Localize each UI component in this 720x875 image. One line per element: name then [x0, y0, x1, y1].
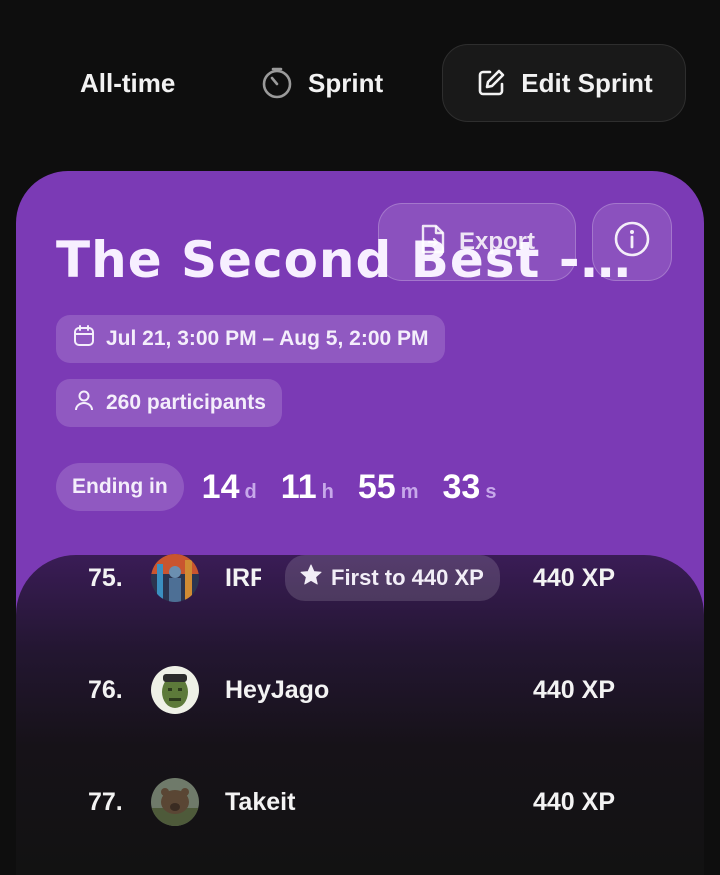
countdown-minutes-value: 55 [357, 467, 396, 506]
edit-icon [475, 67, 507, 99]
star-icon [299, 563, 323, 593]
tab-sprint-label: Sprint [308, 67, 384, 98]
export-button[interactable]: Export [378, 203, 576, 281]
participants-text: 260 participants [106, 391, 266, 414]
username: HeyJago [225, 675, 330, 704]
countdown-minutes: 55 m [358, 468, 419, 507]
leaderboard-list: 75. IRF First to 440 XP 440 XP 76. HeyJa… [16, 554, 704, 875]
sprint-dates-text: Jul 21, 3:00 PM – Aug 5, 2:00 PM [106, 327, 429, 350]
avatar [151, 554, 199, 602]
user-icon [72, 388, 96, 418]
countdown-seconds-value: 33 [442, 467, 481, 506]
edit-sprint-button[interactable]: Edit Sprint [442, 44, 686, 122]
info-icon [613, 220, 651, 265]
countdown-days-suffix: d [244, 480, 257, 503]
rank: 75. [88, 563, 123, 592]
export-label: Export [458, 228, 535, 255]
countdown-hours-suffix: h [321, 480, 334, 503]
xp-value: 440 XP [533, 675, 616, 704]
username: Takeit [225, 787, 296, 816]
rank: 76. [88, 675, 123, 704]
table-row[interactable]: 75. IRF First to 440 XP 440 XP [16, 548, 704, 608]
countdown: Ending in 14 d 11 h 55 m 33 s [56, 463, 520, 511]
countdown-hours: 11 h [281, 468, 334, 507]
ending-in-label: Ending in [56, 463, 184, 511]
tab-sprint[interactable]: Sprint [260, 44, 383, 122]
countdown-days-value: 14 [201, 467, 240, 506]
table-row[interactable]: 77. Takeit 440 XP [16, 772, 704, 832]
countdown-seconds-suffix: s [485, 480, 497, 503]
countdown-minutes-suffix: m [400, 480, 419, 503]
countdown-seconds: 33 s [443, 468, 497, 507]
file-export-icon [419, 223, 447, 262]
xp-value: 440 XP [533, 787, 616, 816]
info-button[interactable] [592, 203, 672, 281]
countdown-days: 14 d [202, 468, 257, 507]
tab-all-time-label: All-time [80, 67, 176, 98]
tab-all-time[interactable]: All-time [80, 44, 175, 122]
leaderboard-tabs: All-time Sprint Edit Sprint [0, 0, 720, 150]
rank: 77. [88, 787, 123, 816]
edit-sprint-label: Edit Sprint [521, 67, 653, 98]
calendar-icon [72, 324, 96, 354]
username: IRF [225, 563, 261, 592]
avatar [151, 778, 199, 826]
timer-icon [260, 66, 294, 100]
avatar [151, 666, 199, 714]
badge-label: First to 440 XP [331, 565, 484, 590]
xp-value: 440 XP [533, 563, 616, 592]
first-to-xp-badge: First to 440 XP [285, 555, 500, 601]
participants-count: 260 participants [56, 379, 282, 427]
table-row[interactable]: 76. HeyJago 440 XP [16, 660, 704, 720]
sprint-dates: Jul 21, 3:00 PM – Aug 5, 2:00 PM [56, 315, 445, 363]
countdown-hours-value: 11 [280, 467, 317, 506]
